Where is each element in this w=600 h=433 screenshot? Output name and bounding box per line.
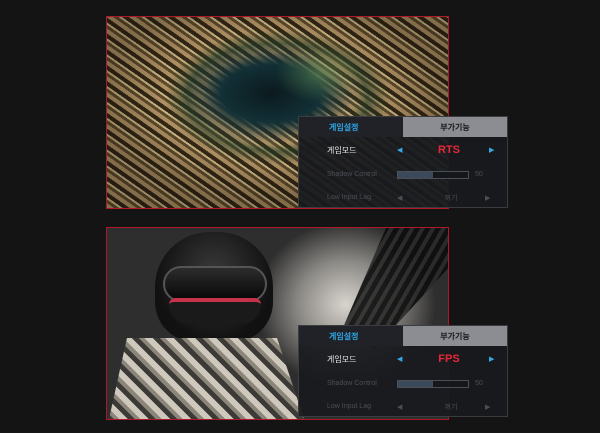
game-mode-row[interactable]: 게임모드 ◀ FPS ▶ (299, 346, 507, 372)
right-triangle-icon[interactable]: ▶ (485, 403, 490, 411)
shadow-control-value: 50 (475, 380, 483, 387)
shadow-control-value: 50 (475, 171, 483, 178)
left-triangle-icon[interactable]: ◀ (397, 194, 423, 202)
shadow-control-slider-fill (398, 380, 433, 387)
left-triangle-icon[interactable]: ◀ (397, 403, 423, 411)
low-input-lag-row[interactable]: Low Input Lag ◀ 꺼기 ▶ (299, 186, 507, 209)
shadow-control-row[interactable]: Shadow Control 50 (299, 163, 507, 186)
game-mode-value: RTS (438, 144, 460, 156)
low-input-lag-row[interactable]: Low Input Lag ◀ 꺼기 ▶ (299, 395, 507, 418)
low-input-lag-label: Low Input Lag (327, 403, 371, 410)
right-triangle-icon[interactable]: ▶ (489, 355, 494, 363)
tab-game-settings[interactable]: 게임설정 (299, 326, 403, 346)
shadow-control-label: Shadow Control (327, 380, 377, 387)
game-mode-value: FPS (438, 353, 460, 365)
low-input-lag-value: 꺼기 (444, 403, 458, 411)
shadow-control-slider[interactable] (397, 379, 469, 388)
shadow-control-slider-fill (398, 171, 433, 178)
shadow-control-row[interactable]: Shadow Control 50 (299, 372, 507, 395)
tab-additional-features[interactable]: 부가기능 (403, 326, 507, 346)
left-triangle-icon[interactable]: ◀ (397, 355, 423, 363)
osd-tabs: 게임설정 부가기능 (299, 326, 507, 346)
game-mode-label: 게임모드 (327, 145, 357, 155)
shadow-control-slider[interactable] (397, 170, 469, 179)
low-input-lag-label: Low Input Lag (327, 194, 371, 201)
game-mode-row[interactable]: 게임모드 ◀ RTS ▶ (299, 137, 507, 163)
low-input-lag-value: 꺼기 (444, 194, 458, 202)
osd-tabs: 게임설정 부가기능 (299, 117, 507, 137)
right-triangle-icon[interactable]: ▶ (489, 146, 494, 154)
mask-shape (169, 298, 261, 324)
tab-additional-features[interactable]: 부가기능 (403, 117, 507, 137)
fps-osd-menu: 게임설정 부가기능 게임모드 ◀ FPS ▶ Shadow Control 50… (298, 325, 508, 417)
tab-game-settings[interactable]: 게임설정 (299, 117, 403, 137)
shadow-control-label: Shadow Control (327, 171, 377, 178)
goggle-shape (163, 266, 267, 302)
right-triangle-icon[interactable]: ▶ (485, 194, 490, 202)
left-triangle-icon[interactable]: ◀ (397, 146, 423, 154)
rts-osd-menu: 게임설정 부가기능 게임모드 ◀ RTS ▶ Shadow Control 50… (298, 116, 508, 208)
game-mode-label: 게임모드 (327, 354, 357, 364)
camo-uniform-shape (107, 338, 307, 419)
